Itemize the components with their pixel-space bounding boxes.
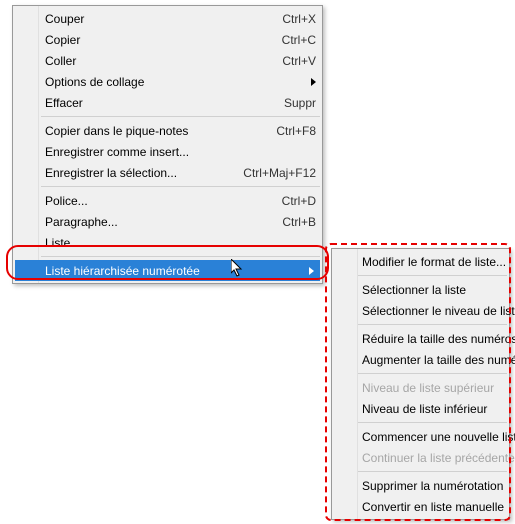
menu-item-save-selection[interactable]: Enregistrer la sélection... Ctrl+Maj+F12: [13, 162, 322, 183]
menu-label: Sélectionner la liste: [362, 283, 503, 297]
submenu-arrow-icon: [309, 267, 314, 275]
menu-separator: [358, 471, 507, 472]
menu-shortcut: Ctrl+D: [282, 194, 316, 208]
menu-separator: [41, 116, 320, 117]
menu-item-numbered-outline-list[interactable]: Liste hiérarchisée numérotée: [15, 260, 320, 281]
menu-item-increase-number-size[interactable]: Augmenter la taille des numéros: [332, 349, 509, 370]
menu-item-paragraph[interactable]: Paragraphe... Ctrl+B: [13, 211, 322, 232]
menu-separator: [358, 422, 507, 423]
submenu-arrow-icon: [311, 78, 316, 86]
menu-item-select-list-level[interactable]: Sélectionner le niveau de liste: [332, 300, 509, 321]
menu-item-font[interactable]: Police... Ctrl+D: [13, 190, 322, 211]
menu-label: Police...: [45, 194, 270, 208]
menu-item-copy[interactable]: Copier Ctrl+C: [13, 29, 322, 50]
menu-label: Liste hiérarchisée numérotée: [45, 264, 301, 278]
menu-item-select-list[interactable]: Sélectionner la liste: [332, 279, 509, 300]
menu-label: Modifier le format de liste...: [362, 255, 506, 269]
menu-item-copy-clipboard[interactable]: Copier dans le pique-notes Ctrl+F8: [13, 120, 322, 141]
menu-label: Copier dans le pique-notes: [45, 124, 264, 138]
menu-shortcut: Ctrl+Maj+F12: [243, 166, 316, 180]
menu-label: Couper: [45, 12, 270, 26]
menu-item-modify-list-format[interactable]: Modifier le format de liste...: [332, 251, 509, 272]
menu-shortcut: Ctrl+V: [282, 54, 316, 68]
menu-item-list[interactable]: Liste...: [13, 232, 322, 253]
menu-label: Effacer: [45, 96, 272, 110]
menu-shortcut: Ctrl+X: [282, 12, 316, 26]
menu-item-level-down[interactable]: Niveau de liste inférieur: [332, 398, 509, 419]
menu-label: Réduire la taille des numéros: [362, 332, 515, 346]
menu-item-convert-manual-list[interactable]: Convertir en liste manuelle: [332, 496, 509, 517]
menu-item-save-as-insert[interactable]: Enregistrer comme insert...: [13, 141, 322, 162]
menu-item-paste-options[interactable]: Options de collage: [13, 71, 322, 92]
menu-label: Supprimer la numérotation: [362, 479, 503, 493]
menu-item-clear[interactable]: Effacer Suppr: [13, 92, 322, 113]
menu-label: Liste...: [45, 236, 316, 250]
menu-label: Enregistrer comme insert...: [45, 145, 316, 159]
menu-item-cut[interactable]: Couper Ctrl+X: [13, 8, 322, 29]
context-menu-main: Couper Ctrl+X Copier Ctrl+C Coller Ctrl+…: [12, 5, 323, 284]
menu-item-start-new-list[interactable]: Commencer une nouvelle liste: [332, 426, 509, 447]
menu-item-level-up: Niveau de liste supérieur: [332, 377, 509, 398]
menu-shortcut: Ctrl+C: [282, 33, 316, 47]
menu-separator: [41, 256, 320, 257]
menu-item-continue-list: Continuer la liste précédente: [332, 447, 509, 468]
menu-item-remove-numbering[interactable]: Supprimer la numérotation: [332, 475, 509, 496]
menu-label: Continuer la liste précédente: [362, 451, 515, 465]
menu-separator: [358, 275, 507, 276]
menu-label: Coller: [45, 54, 270, 68]
menu-label: Sélectionner le niveau de liste: [362, 304, 515, 318]
menu-item-paste[interactable]: Coller Ctrl+V: [13, 50, 322, 71]
menu-label: Niveau de liste supérieur: [362, 381, 503, 395]
menu-label: Niveau de liste inférieur: [362, 402, 503, 416]
menu-item-decrease-number-size[interactable]: Réduire la taille des numéros: [332, 328, 509, 349]
menu-shortcut: Ctrl+B: [282, 215, 316, 229]
context-menu-sub: Modifier le format de liste... Sélection…: [331, 248, 510, 520]
menu-label: Commencer une nouvelle liste: [362, 430, 515, 444]
menu-label: Options de collage: [45, 75, 303, 89]
menu-separator: [358, 324, 507, 325]
menu-separator: [358, 373, 507, 374]
menu-shortcut: Suppr: [284, 96, 316, 110]
menu-label: Convertir en liste manuelle: [362, 500, 504, 514]
menu-label: Augmenter la taille des numéros: [362, 353, 515, 367]
menu-separator: [41, 186, 320, 187]
menu-shortcut: Ctrl+F8: [276, 124, 316, 138]
menu-label: Enregistrer la sélection...: [45, 166, 231, 180]
menu-label: Copier: [45, 33, 270, 47]
menu-label: Paragraphe...: [45, 215, 270, 229]
